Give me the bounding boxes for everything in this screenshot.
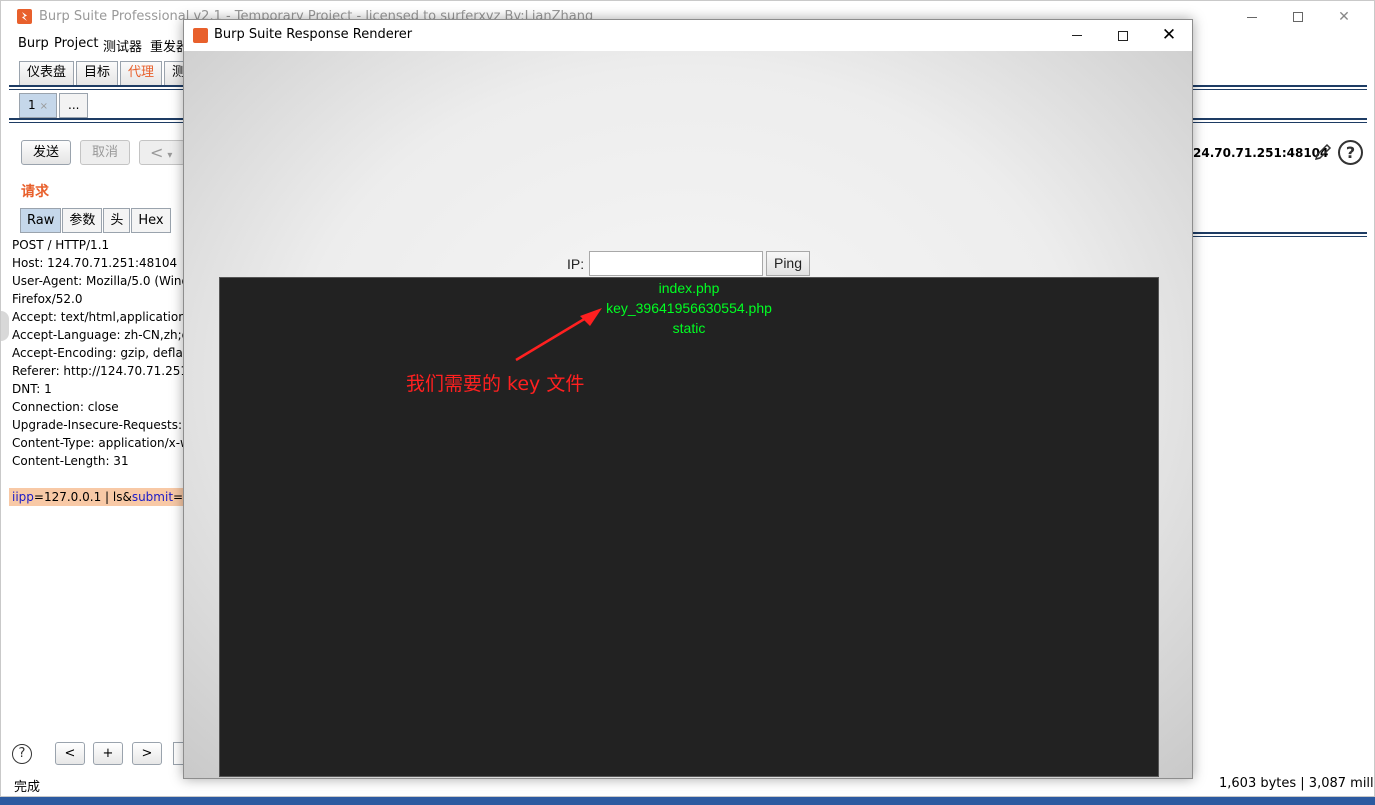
subtab-close-icon[interactable]: ×: [40, 101, 48, 112]
tab-headers[interactable]: 头: [103, 208, 131, 233]
maximize-button[interactable]: [1275, 1, 1321, 33]
target-host: 24.70.71.251:48104: [1193, 146, 1329, 160]
output-line: static: [672, 320, 706, 336]
tab-proxy[interactable]: 代理: [120, 61, 163, 85]
request-blank-line: [9, 470, 186, 488]
request-title: 请求: [21, 184, 49, 200]
tab-dashboard[interactable]: 仪表盘: [19, 61, 75, 85]
annotation-arrow-icon: [515, 308, 602, 362]
close-button[interactable]: ✕: [1321, 1, 1367, 33]
burp-logo-icon: [17, 9, 32, 24]
request-line: Accept-Language: zh-CN,zh;q: [12, 328, 186, 342]
menu-project[interactable]: Project: [54, 36, 98, 51]
dropdown-arrow-icon: ▾: [167, 150, 173, 161]
maximize-icon: [1293, 12, 1303, 22]
close-icon: ✕: [1161, 25, 1177, 45]
response-renderer-window: Burp Suite Response Renderer ✕ IP: Ping …: [183, 19, 1193, 779]
cancel-button[interactable]: 取消: [80, 140, 130, 165]
renderer-minimize-button[interactable]: [1054, 20, 1100, 51]
response-stats: 1,603 bytes | 3,087 millis: [1219, 776, 1375, 791]
back-arrow-icon: <: [150, 143, 164, 162]
burp-logo-icon: [193, 28, 208, 43]
tab-params[interactable]: 参数: [62, 208, 103, 233]
renderer-title: Burp Suite Response Renderer: [214, 27, 413, 42]
request-line: Content-Length: 31: [12, 454, 129, 468]
request-line: Accept-Encoding: gzip, deflate: [12, 346, 186, 360]
minimize-button[interactable]: [1229, 1, 1275, 33]
request-body: iipp=127.0.0.1 | ls&submit=Pi: [9, 488, 186, 506]
subtab-1[interactable]: 1 ×: [19, 93, 58, 118]
minimize-icon: [1072, 35, 1082, 36]
request-editor[interactable]: POST / HTTP/1.1 Host: 124.70.71.251:4810…: [9, 236, 186, 736]
ip-input[interactable]: [589, 251, 763, 276]
send-button[interactable]: 发送: [21, 140, 71, 165]
search-add-button[interactable]: +: [93, 742, 123, 765]
tab-raw[interactable]: Raw: [20, 208, 62, 233]
request-line: User-Agent: Mozilla/5.0 (Wind: [12, 274, 186, 288]
subtab-1-label: 1: [28, 98, 36, 112]
menu-intruder[interactable]: 测试器: [103, 36, 142, 55]
subtab-new[interactable]: ...: [59, 93, 89, 118]
minimize-icon: [1247, 16, 1257, 18]
request-line: Firefox/52.0: [12, 292, 83, 306]
request-line: POST / HTTP/1.1: [12, 238, 110, 252]
output-line: index.php: [658, 280, 720, 296]
request-line: Host: 124.70.71.251:48104: [12, 256, 178, 270]
repeater-subtabs: 1 × ...: [19, 93, 90, 118]
maximize-icon: [1118, 30, 1128, 41]
request-line: Content-Type: application/x-w: [12, 436, 186, 450]
renderer-close-button[interactable]: ✕: [1146, 20, 1192, 51]
annotation-text: 我们需要的 key 文件: [406, 373, 585, 395]
close-icon: ✕: [1338, 9, 1350, 25]
tab-hex[interactable]: Hex: [131, 208, 171, 233]
left-strip: [1, 101, 9, 781]
output-line: key_39641956630554.php: [606, 300, 772, 316]
renderer-maximize-button[interactable]: [1100, 20, 1146, 51]
tab-target[interactable]: 目标: [76, 61, 119, 85]
request-line: Referer: http://124.70.71.251:4: [12, 364, 186, 378]
command-output: index.php key_39641956630554.php static …: [219, 277, 1159, 777]
menu-burp[interactable]: Burp: [18, 36, 49, 51]
status-text: 完成: [14, 780, 41, 795]
help-icon[interactable]: ?: [1338, 140, 1363, 165]
body-key-iipp: iipp: [12, 490, 34, 504]
body-key-submit: submit: [131, 490, 174, 504]
rendered-page: IP: Ping index.php key_39641956630554.ph…: [184, 51, 1192, 778]
search-prev-button[interactable]: <: [55, 742, 85, 765]
search-next-button[interactable]: >: [132, 742, 162, 765]
request-line: Connection: close: [12, 400, 119, 414]
response-divider: [1191, 232, 1367, 237]
pencil-icon[interactable]: [1312, 141, 1334, 163]
back-button[interactable]: < ▾: [139, 140, 185, 165]
ping-button[interactable]: Ping: [766, 251, 810, 276]
tool-tabs: 仪表盘 目标 代理 测: [19, 61, 195, 85]
ip-label: IP:: [567, 256, 585, 272]
request-line: Accept: text/html,application/x: [12, 310, 186, 324]
editor-help-icon[interactable]: ?: [12, 744, 32, 764]
request-line: DNT: 1: [12, 382, 52, 396]
request-line: Upgrade-Insecure-Requests: 1: [12, 418, 186, 432]
body-value-iipp: =127.0.0.1 | ls&: [33, 490, 132, 504]
renderer-titlebar: Burp Suite Response Renderer ✕: [184, 20, 1192, 51]
request-tabs: Raw 参数 头 Hex: [20, 208, 172, 233]
splitter-handle[interactable]: [1, 311, 9, 341]
